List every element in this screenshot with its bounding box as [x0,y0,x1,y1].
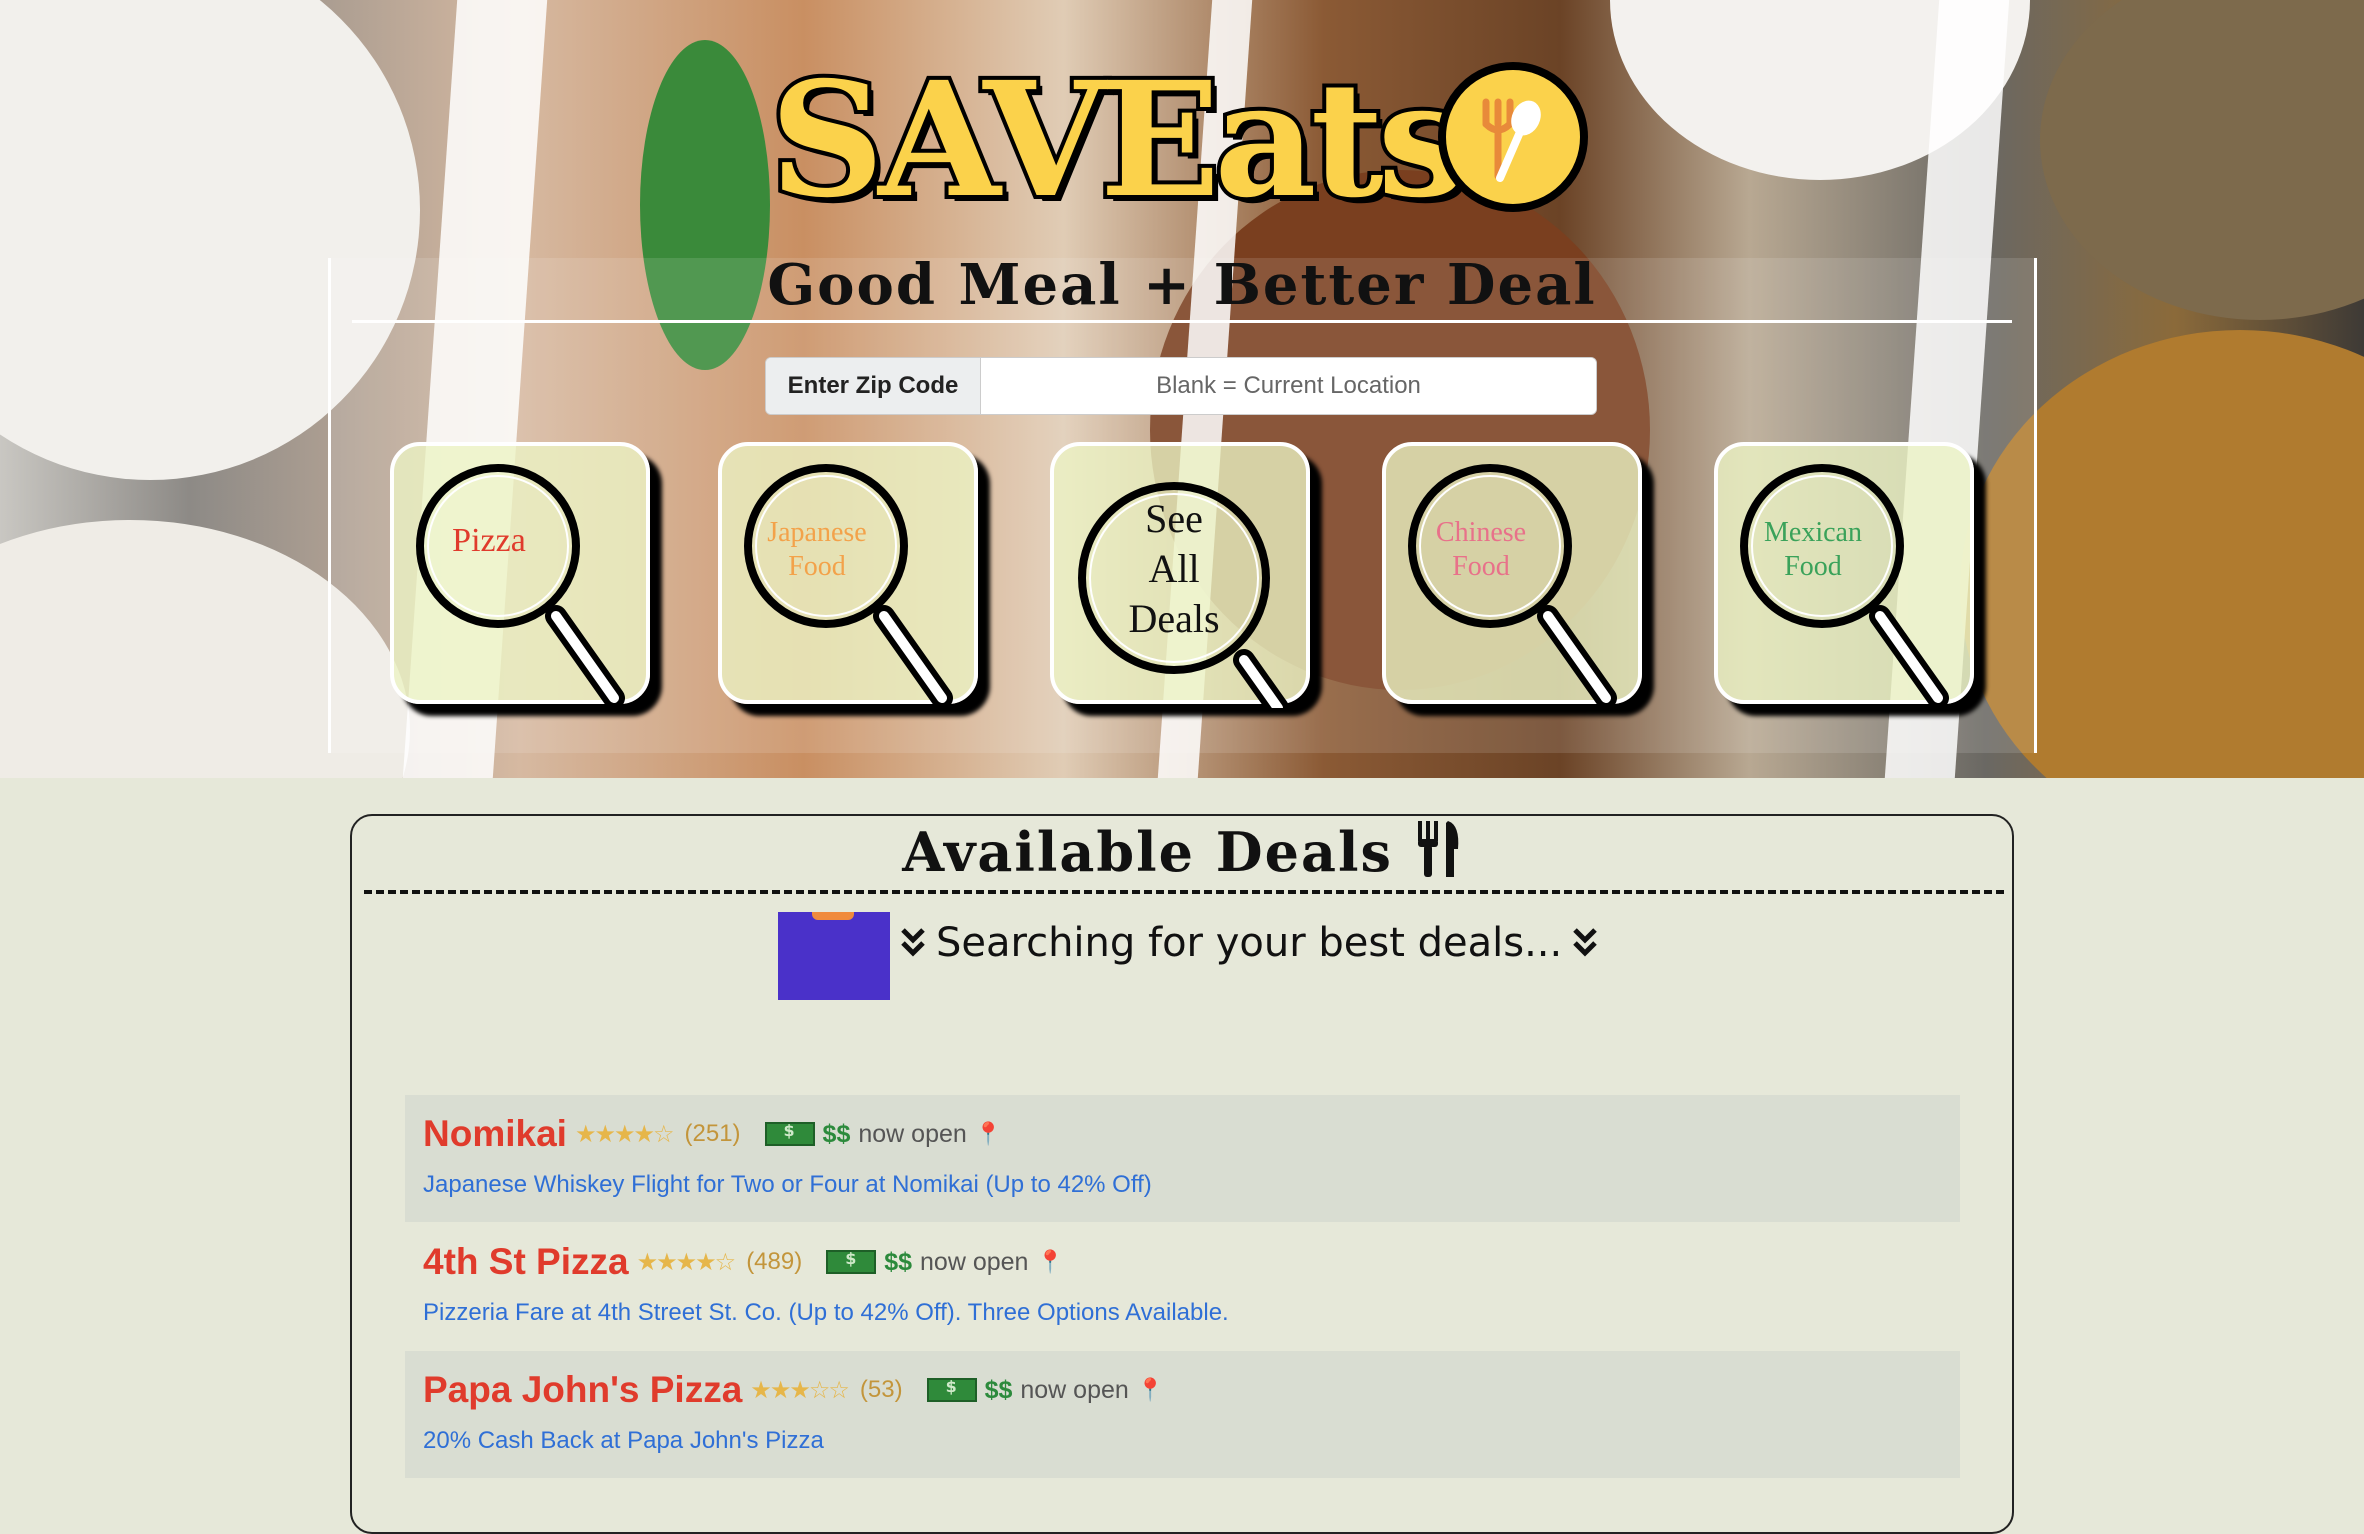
logo-text[interactable]: SAVEats [766,58,1471,224]
chevron-double-down-icon [1573,928,1597,957]
category-button-mexican[interactable]: Mexican Food [1714,442,1974,708]
deals-divider [364,890,2004,894]
deals-title: Available Deals [0,820,2364,884]
category-button-all-deals[interactable]: See All Deals [1050,442,1310,708]
money-bill-icon [926,1377,977,1402]
deal-card[interactable]: Nomikai ★★★★☆ (251) $$ now open 📍 Japane… [405,1095,1960,1222]
fork-spoon-icon [1438,62,1588,212]
zip-input[interactable] [981,358,1596,414]
map-pin-icon[interactable]: 📍 [1137,1378,1164,1403]
category-button-japanese[interactable]: Japanese Food [718,442,978,708]
category-label: Chinese Food [1435,517,1527,582]
deal-name[interactable]: Nomikai [423,1113,567,1155]
category-button-chinese[interactable]: Chinese Food [1382,442,1642,708]
price-level: $$ [984,1375,1013,1404]
chevron-double-down-icon [901,928,925,957]
review-count: (489) [746,1248,803,1275]
tagline: Good Meal + Better Deal [767,252,1597,318]
deal-card[interactable]: 4th St Pizza ★★★★☆ (489) $$ now open 📍 P… [405,1223,1960,1350]
price-level: $$ [884,1247,913,1276]
star-rating: ★★★☆☆ [750,1376,850,1404]
category-button-pizza[interactable]: Pizza [390,442,650,708]
hero-frame-left [328,258,331,753]
searching-text: Searching for your best deals... [936,920,1563,966]
star-rating: ★★★★☆ [636,1248,737,1276]
star-rating: ★★★★☆ [574,1120,675,1148]
deals-title-text: Available Deals [902,820,1393,884]
deal-card[interactable]: Papa John's Pizza ★★★☆☆ (53) $$ now open… [405,1351,1960,1478]
loading-animation [778,912,890,1000]
money-bill-icon [826,1249,877,1274]
deal-description-link[interactable]: 20% Cash Back at Papa John's Pizza [423,1427,824,1455]
review-count: (53) [859,1376,903,1403]
deal-name[interactable]: Papa John's Pizza [423,1369,742,1411]
magnifier-icon [416,464,625,708]
zip-label: Enter Zip Code [766,358,981,414]
price-level: $$ [822,1119,851,1148]
category-label: See All Deals [1128,496,1220,641]
deal-description-link[interactable]: Japanese Whiskey Flight for Two or Four … [423,1171,1152,1199]
deal-description-link[interactable]: Pizzeria Fare at 4th Street St. Co. (Up … [423,1299,1229,1327]
category-label: Japanese Food [767,517,867,582]
open-status: now open [1020,1375,1129,1404]
map-pin-icon[interactable]: 📍 [975,1122,1002,1147]
open-status: now open [858,1119,967,1148]
money-bill-icon [764,1121,815,1146]
zip-search-group: Enter Zip Code [765,357,1597,415]
category-label: Mexican Food [1764,517,1862,582]
category-label: Pizza [452,522,526,559]
map-pin-icon[interactable]: 📍 [1036,1250,1063,1275]
open-status: now open [920,1247,1029,1276]
hero-frame-right [2034,258,2037,753]
hero-divider [352,320,2012,323]
utensils-icon [1417,821,1458,877]
searching-status: Searching for your best deals... [900,920,1598,966]
review-count: (251) [684,1120,741,1147]
deal-name[interactable]: 4th St Pizza [423,1241,629,1283]
